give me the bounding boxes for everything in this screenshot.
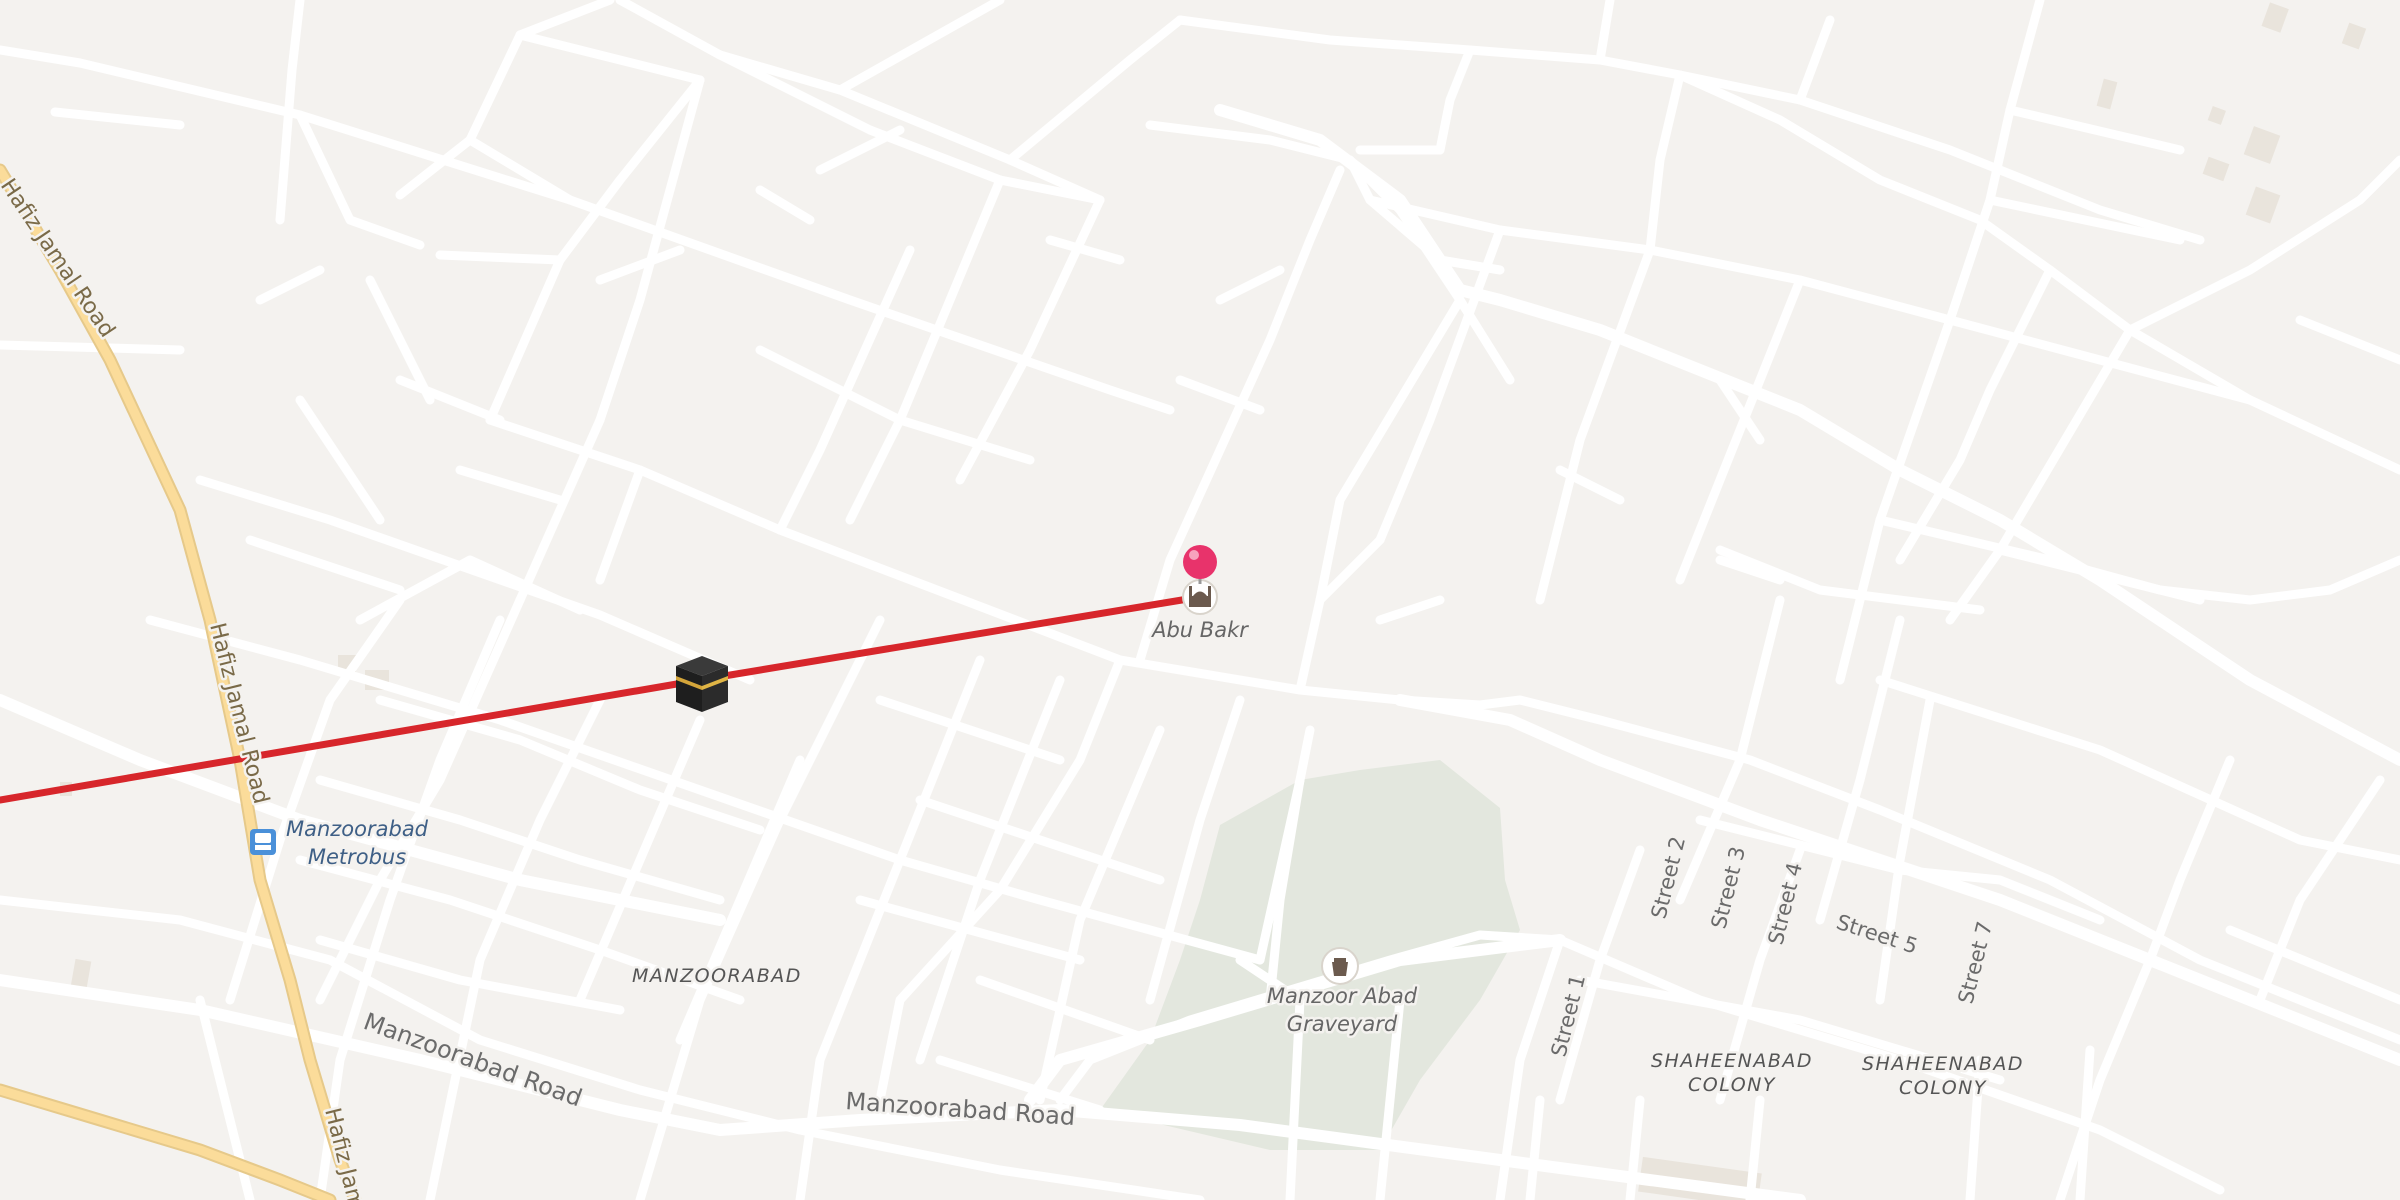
- area-label-shaheenabad-b-2: COLONY: [1899, 1077, 1987, 1099]
- street-label-5: Street 5: [1833, 910, 1920, 959]
- street-label-4: Street 4: [1764, 860, 1808, 947]
- metrobus-label-line1: Manzoorabad: [286, 817, 429, 841]
- location-pin-icon: [1183, 545, 1217, 579]
- area-label-manzoorabad: MANZOORABAD: [632, 965, 802, 987]
- street-label-7: Street 7: [1954, 919, 1998, 1006]
- location-pin[interactable]: [1183, 545, 1217, 584]
- map-canvas[interactable]: Hafiz Jamal Road Hafiz Jamal Road Hafiz …: [0, 0, 2400, 1200]
- street-label-2: Street 2: [1647, 834, 1691, 921]
- kaaba-marker[interactable]: [676, 656, 728, 712]
- area-label-shaheenabad-b-1: SHAHEENABAD: [1862, 1053, 2024, 1075]
- kaaba-icon: [676, 656, 728, 712]
- road-label-hafiz-jamal-1: Hafiz Jamal Road: [0, 174, 120, 342]
- mosque-label: Abu Bakr: [1150, 618, 1249, 642]
- graveyard-label-line2: Graveyard: [1287, 1012, 1398, 1036]
- area-label-shaheenabad-a-2: COLONY: [1688, 1074, 1776, 1096]
- metrobus-label-line2: Metrobus: [308, 845, 406, 869]
- graveyard-label-line1: Manzoor Abad: [1267, 984, 1418, 1008]
- street-label-3: Street 3: [1707, 844, 1751, 931]
- area-label-shaheenabad-a-1: SHAHEENABAD: [1651, 1050, 1813, 1072]
- hafiz-jamal-road: [0, 163, 362, 1200]
